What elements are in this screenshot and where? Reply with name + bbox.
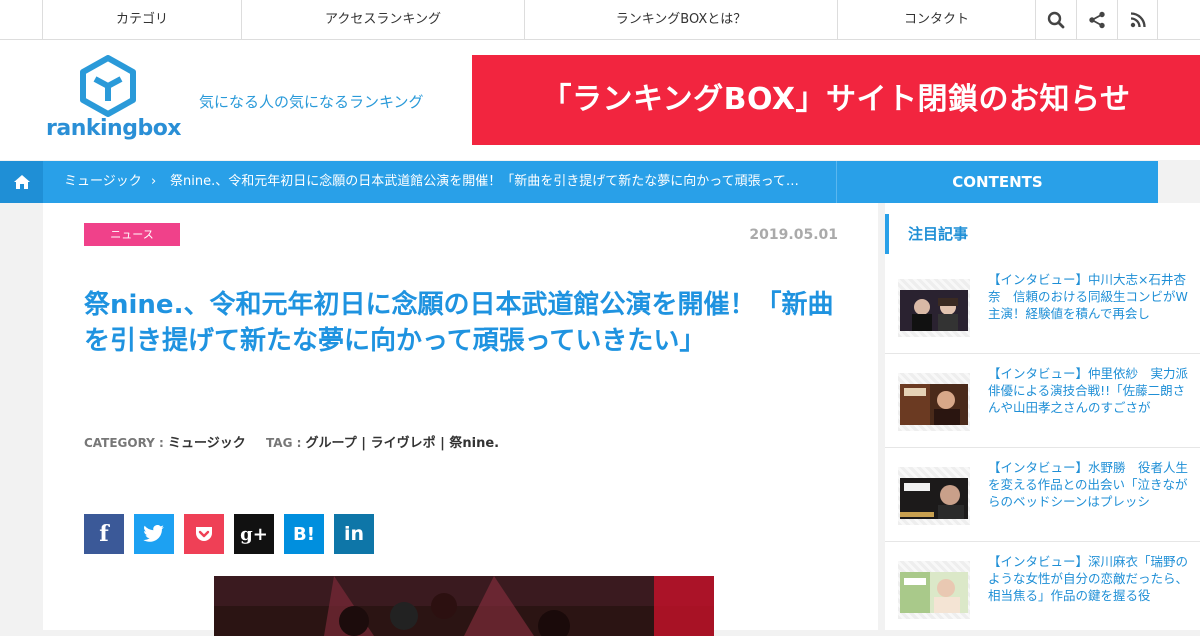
category-label: CATEGORY :	[84, 436, 164, 450]
pocket-share-button[interactable]	[184, 514, 224, 554]
nav-item-access-ranking[interactable]: アクセスランキング	[241, 0, 524, 40]
category-badge[interactable]: ニュース	[84, 223, 180, 246]
linkedin-icon: in	[343, 523, 365, 545]
breadcrumb: ミュージック › 祭nine.、令和元年初日に念願の日本武道館公演を開催！「新曲…	[0, 161, 1158, 203]
article-title: 祭nine.、令和元年初日に念願の日本武道館公演を開催！「新曲を引き提げて新たな…	[84, 290, 834, 356]
share-icon[interactable]	[1076, 0, 1117, 40]
tag-links[interactable]: グループ | ライヴレポ | 祭nine.	[306, 436, 500, 451]
article-thumbnail[interactable]	[898, 279, 970, 337]
category-link[interactable]: ミュージック	[168, 436, 246, 451]
site-header: rankingbox 気になる人の気になるランキング 「ランキングBOX」サイト…	[0, 40, 1200, 160]
twitter-share-button[interactable]	[134, 514, 174, 554]
contents-button[interactable]: CONTENTS	[836, 161, 1158, 203]
post-date: 2019.05.01	[749, 227, 838, 243]
breadcrumb-current-title: 祭nine.、令和元年初日に念願の日本武道館公演を開催！「新曲を引き提げて新たな…	[170, 174, 799, 189]
tag-label: TAG :	[266, 436, 302, 450]
hatena-bookmark-icon: B!	[293, 523, 315, 545]
nav-item-contact[interactable]: コンタクト	[837, 0, 1035, 40]
sidebar-article-item[interactable]: 【インタビュー】深川麻衣「瑞野のような女性が自分の恋敵だったら、相当焦る」作品の…	[885, 542, 1200, 636]
search-icon[interactable]	[1035, 0, 1076, 40]
article-thumbnail[interactable]	[898, 467, 970, 525]
hatena-share-button[interactable]: B!	[284, 514, 324, 554]
breadcrumb-category-link[interactable]: ミュージック	[64, 161, 142, 203]
sidebar-article-item[interactable]: 【インタビュー】仲里依紗 実力派俳優による演技合戦!!「佐藤二朗さんや山田孝之さ…	[885, 354, 1200, 448]
closure-notice-banner[interactable]: 「ランキングBOX」サイト閉鎖のお知らせ	[472, 55, 1200, 145]
sidebar-article-title[interactable]: 【インタビュー】深川麻衣「瑞野のような女性が自分の恋敵だったら、相当焦る」作品の…	[988, 553, 1188, 604]
facebook-icon: f	[99, 521, 109, 547]
sidebar-article-item[interactable]: 【インタビュー】水野勝 役者人生を変える作品との出会い「泣きながらのベッドシーン…	[885, 448, 1200, 542]
nav-item-about[interactable]: ランキングBOXとは？	[524, 0, 837, 40]
sidebar-article-title[interactable]: 【インタビュー】中川大志×石井杏奈 信頼のおける同級生コンビがW主演！経験値を積…	[988, 271, 1188, 322]
logo-text[interactable]: rankingbox	[46, 116, 182, 141]
article-main-photo	[214, 576, 714, 636]
top-navigation: カテゴリ アクセスランキング ランキングBOXとは？ コンタクト	[0, 0, 1200, 40]
home-icon[interactable]	[0, 161, 43, 203]
nav-item-category[interactable]: カテゴリ	[42, 0, 241, 40]
facebook-share-button[interactable]: f	[84, 514, 124, 554]
article-meta: CATEGORY : ミュージック TAG : グループ | ライヴレポ | 祭…	[84, 432, 499, 451]
box-logo-icon	[80, 55, 136, 117]
featured-articles-heading: 注目記事	[885, 214, 1200, 254]
sidebar-article-title[interactable]: 【インタビュー】仲里依紗 実力派俳優による演技合戦!!「佐藤二朗さんや山田孝之さ…	[988, 365, 1188, 416]
sidebar-article-item[interactable]: 【インタビュー】中川大志×石井杏奈 信頼のおける同級生コンビがW主演！経験値を積…	[885, 260, 1200, 354]
article-thumbnail[interactable]	[898, 373, 970, 431]
site-tagline: 気になる人の気になるランキング	[199, 93, 424, 111]
linkedin-share-button[interactable]: in	[334, 514, 374, 554]
sidebar-article-title[interactable]: 【インタビュー】水野勝 役者人生を変える作品との出会い「泣きながらのベッドシーン…	[988, 459, 1188, 510]
twitter-icon	[143, 525, 164, 542]
chevron-right-icon: ›	[151, 174, 157, 189]
googleplus-share-button[interactable]: g+	[234, 514, 274, 554]
googleplus-icon: g+	[240, 523, 268, 545]
sidebar: 注目記事 【インタビュー】中川大志×石井杏奈 信頼のおける同級生コンビがW主演！…	[885, 203, 1200, 630]
article-thumbnail[interactable]	[898, 561, 970, 619]
pocket-icon	[196, 527, 212, 541]
article-main: ニュース 2019.05.01 祭nine.、令和元年初日に念願の日本武道館公演…	[43, 203, 878, 636]
rss-icon[interactable]	[1117, 0, 1158, 40]
